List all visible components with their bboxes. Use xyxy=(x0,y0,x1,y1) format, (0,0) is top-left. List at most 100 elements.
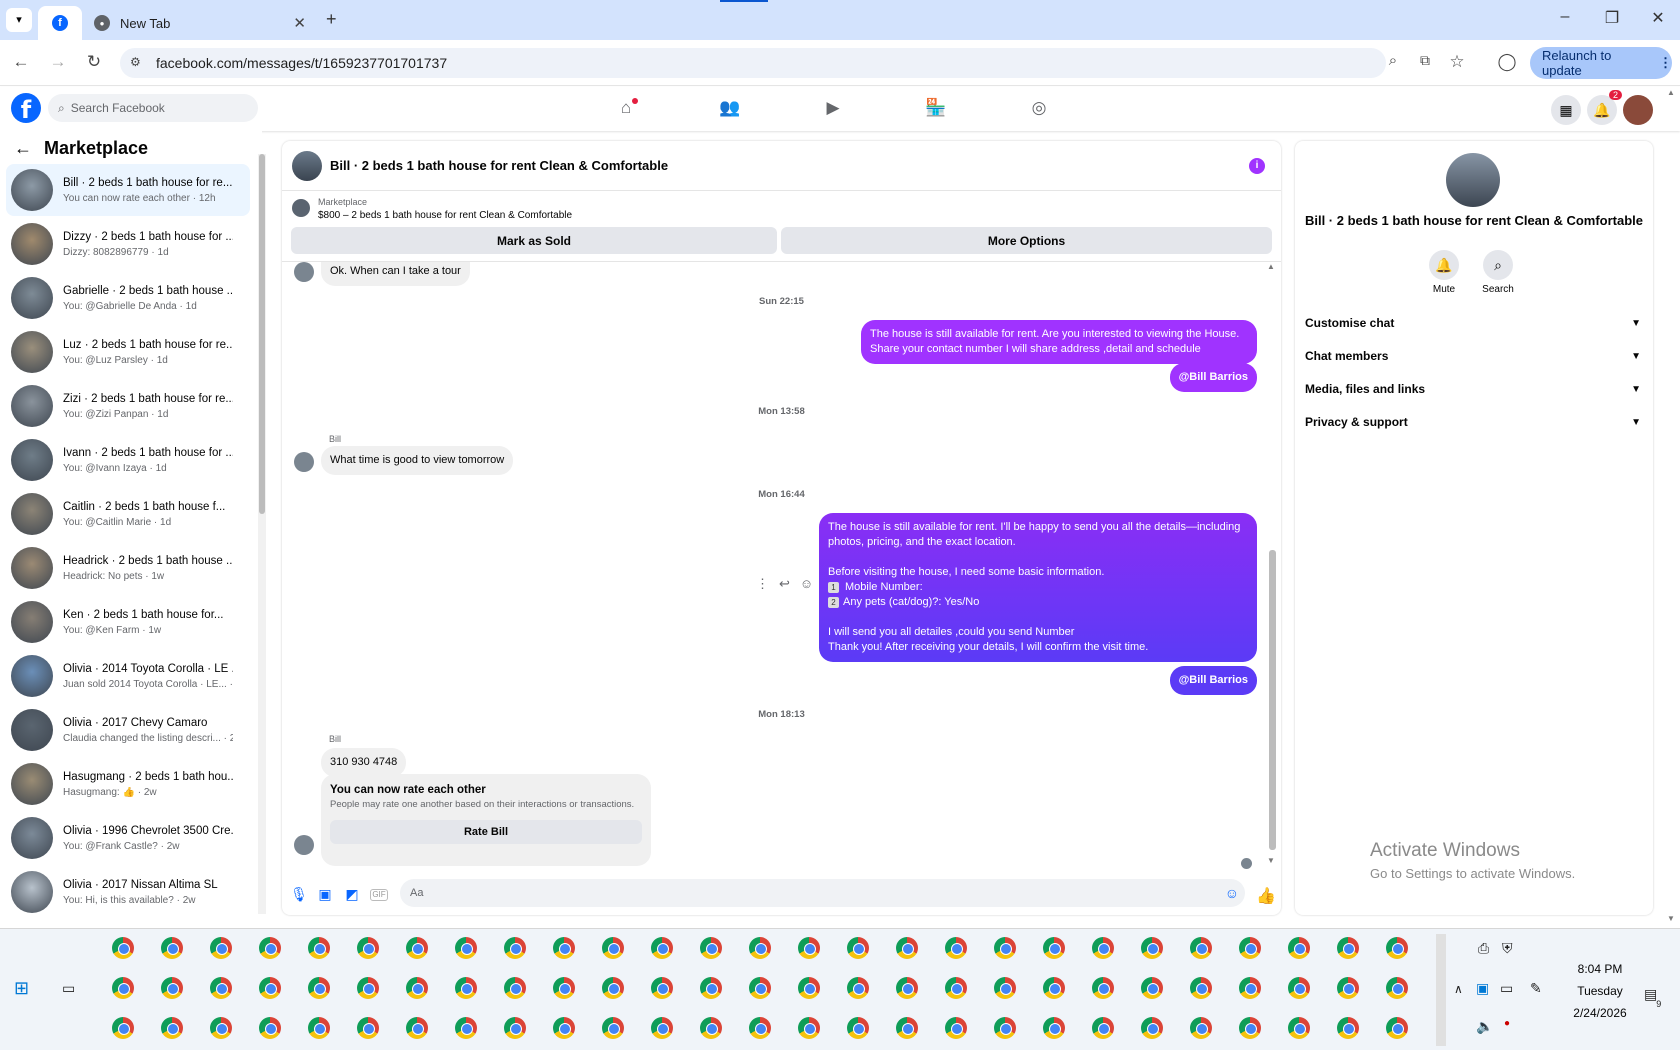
chrome-taskbar-icon[interactable] xyxy=(259,937,281,959)
chrome-taskbar-icon[interactable] xyxy=(1141,977,1163,999)
chat-scrollbar-thumb[interactable] xyxy=(1269,550,1276,850)
chat-avatar[interactable] xyxy=(292,150,322,181)
chrome-taskbar-icon[interactable] xyxy=(308,977,330,999)
chrome-taskbar-icon[interactable] xyxy=(994,937,1016,959)
chrome-taskbar-icon[interactable] xyxy=(651,1017,673,1039)
chrome-taskbar-icon[interactable] xyxy=(1190,977,1212,999)
close-window-icon[interactable]: ✕ xyxy=(1638,8,1678,28)
reload-icon[interactable]: ↻ xyxy=(81,52,107,72)
chrome-taskbar-icon[interactable] xyxy=(259,977,281,999)
conversation-item[interactable]: Caitlin · 2 beds 1 bath house f... You: @… xyxy=(6,488,250,540)
conversation-item[interactable]: Olivia · 2014 Toyota Corolla · LE ... Jua… xyxy=(6,650,250,702)
chrome-taskbar-icon[interactable] xyxy=(455,937,477,959)
task-view-icon[interactable]: ▭ xyxy=(62,980,75,997)
chrome-taskbar-icon[interactable] xyxy=(847,937,869,959)
more-options-button[interactable]: More Options xyxy=(781,227,1272,254)
chrome-taskbar-icon[interactable] xyxy=(1141,937,1163,959)
chrome-taskbar-icon[interactable] xyxy=(700,977,722,999)
home-icon[interactable]: ⌂ xyxy=(614,98,638,118)
chrome-taskbar-icon[interactable] xyxy=(896,937,918,959)
conversation-item[interactable]: Headrick · 2 beds 1 bath house ... Headri… xyxy=(6,542,250,594)
taskbar-scrollbar[interactable] xyxy=(1436,934,1446,1046)
chrome-taskbar-icon[interactable] xyxy=(602,977,624,999)
marketplace-icon[interactable]: 🏪 xyxy=(924,98,948,118)
mark-as-sold-button[interactable]: Mark as Sold xyxy=(291,227,777,254)
chrome-taskbar-icon[interactable] xyxy=(896,977,918,999)
chrome-taskbar-icon[interactable] xyxy=(1092,977,1114,999)
pen-icon[interactable]: ✎ xyxy=(1530,980,1542,997)
chrome-taskbar-icon[interactable] xyxy=(406,937,428,959)
listing-thumbnail[interactable] xyxy=(292,199,310,217)
taskbar-clock[interactable]: 8:04 PM Tuesday 2/24/2026 xyxy=(1560,958,1640,1024)
forward-icon[interactable]: → xyxy=(45,52,71,72)
message-input[interactable]: Aa ☺ xyxy=(400,879,1245,907)
scroll-down-arrow-icon[interactable]: ▼ xyxy=(1267,856,1275,865)
account-avatar[interactable] xyxy=(1623,95,1653,125)
show-hidden-icons-chevron[interactable]: ∧ xyxy=(1454,982,1463,996)
rate-bill-button[interactable]: Rate Bill xyxy=(330,820,642,844)
reply-icon[interactable]: ↩ xyxy=(779,576,790,592)
conversation-item[interactable]: Zizi · 2 beds 1 bath house for re... You:… xyxy=(6,380,250,432)
chrome-taskbar-icon[interactable] xyxy=(161,977,183,999)
address-bar[interactable]: ⚙ facebook.com/messages/t/16592377017017… xyxy=(120,48,1386,78)
chrome-taskbar-icon[interactable] xyxy=(749,977,771,999)
new-tab-plus-icon[interactable]: + xyxy=(326,9,337,30)
chrome-taskbar-icon[interactable] xyxy=(1386,977,1408,999)
install-app-icon[interactable]: ⧉ xyxy=(1412,52,1438,69)
chrome-taskbar-icon[interactable] xyxy=(1092,1017,1114,1039)
chrome-taskbar-icon[interactable] xyxy=(994,977,1016,999)
chrome-taskbar-icon[interactable] xyxy=(112,1017,134,1039)
chrome-taskbar-icon[interactable] xyxy=(406,977,428,999)
chrome-taskbar-icon[interactable] xyxy=(357,1017,379,1039)
sticker-icon[interactable]: ◩ xyxy=(343,886,361,903)
zoom-icon[interactable]: ⌕ xyxy=(1380,52,1406,69)
video-icon[interactable]: ▶ xyxy=(821,98,845,118)
chrome-taskbar-icon[interactable] xyxy=(161,937,183,959)
notifications-bell-icon[interactable]: 🔔 2 xyxy=(1587,90,1622,125)
conversation-item[interactable]: Ken · 2 beds 1 bath house for... You: @Ke… xyxy=(6,596,250,648)
chrome-taskbar-icon[interactable] xyxy=(1239,1017,1261,1039)
chrome-taskbar-icon[interactable] xyxy=(994,1017,1016,1039)
page-scroll-down-icon[interactable]: ▼ xyxy=(1667,914,1675,923)
groups-icon[interactable]: ◎ xyxy=(1027,98,1051,118)
chrome-taskbar-icon[interactable] xyxy=(112,937,134,959)
chrome-taskbar-icon[interactable] xyxy=(161,1017,183,1039)
chrome-taskbar-icon[interactable] xyxy=(308,937,330,959)
chrome-taskbar-icon[interactable] xyxy=(455,977,477,999)
details-avatar[interactable] xyxy=(1446,153,1500,207)
chrome-taskbar-icon[interactable] xyxy=(553,1017,575,1039)
chrome-taskbar-icon[interactable] xyxy=(357,937,379,959)
chrome-taskbar-icon[interactable] xyxy=(1386,1017,1408,1039)
chrome-taskbar-icon[interactable] xyxy=(1141,1017,1163,1039)
chrome-taskbar-icon[interactable] xyxy=(1288,1017,1310,1039)
chrome-taskbar-icon[interactable] xyxy=(553,977,575,999)
windows-start-icon[interactable]: ⊞ xyxy=(14,978,29,999)
chrome-taskbar-icon[interactable] xyxy=(945,977,967,999)
conversation-item[interactable]: Olivia · 2017 Nissan Altima SL You: Hi, i… xyxy=(6,866,250,918)
volume-icon[interactable]: 🔈 xyxy=(1476,1018,1493,1035)
tab-new-tab[interactable]: ● New Tab ✕ xyxy=(84,6,316,40)
photo-icon[interactable]: ▣ xyxy=(316,886,334,903)
notification-center-icon[interactable]: ▤ 9 xyxy=(1644,986,1661,1009)
chrome-taskbar-icon[interactable] xyxy=(504,937,526,959)
chrome-taskbar-icon[interactable] xyxy=(210,937,232,959)
chrome-taskbar-icon[interactable] xyxy=(1190,1017,1212,1039)
mute-button[interactable]: 🔔 Mute xyxy=(1414,250,1474,295)
chrome-taskbar-icon[interactable] xyxy=(1288,937,1310,959)
chrome-taskbar-icon[interactable] xyxy=(1386,937,1408,959)
network-icon[interactable]: ▣ xyxy=(1476,980,1489,997)
conversation-item[interactable]: Hasugmang · 2 beds 1 bath hou... Hasugman… xyxy=(6,758,250,810)
chrome-taskbar-icon[interactable] xyxy=(210,977,232,999)
search-button[interactable]: ⌕ Search xyxy=(1468,250,1528,295)
chrome-taskbar-icon[interactable] xyxy=(1239,937,1261,959)
conversation-item[interactable]: Olivia · 2017 Chevy Camaro Claudia change… xyxy=(6,704,250,756)
chrome-taskbar-icon[interactable] xyxy=(1239,977,1261,999)
chrome-taskbar-icon[interactable] xyxy=(602,1017,624,1039)
media-files-links-row[interactable]: Media, files and links ▼ xyxy=(1305,376,1645,402)
chrome-taskbar-icon[interactable] xyxy=(259,1017,281,1039)
close-icon[interactable]: ✕ xyxy=(293,14,306,32)
chrome-taskbar-icon[interactable] xyxy=(406,1017,428,1039)
chrome-taskbar-icon[interactable] xyxy=(1337,937,1359,959)
chrome-taskbar-icon[interactable] xyxy=(1337,977,1359,999)
tab-search-button[interactable]: ▾ xyxy=(6,8,32,32)
